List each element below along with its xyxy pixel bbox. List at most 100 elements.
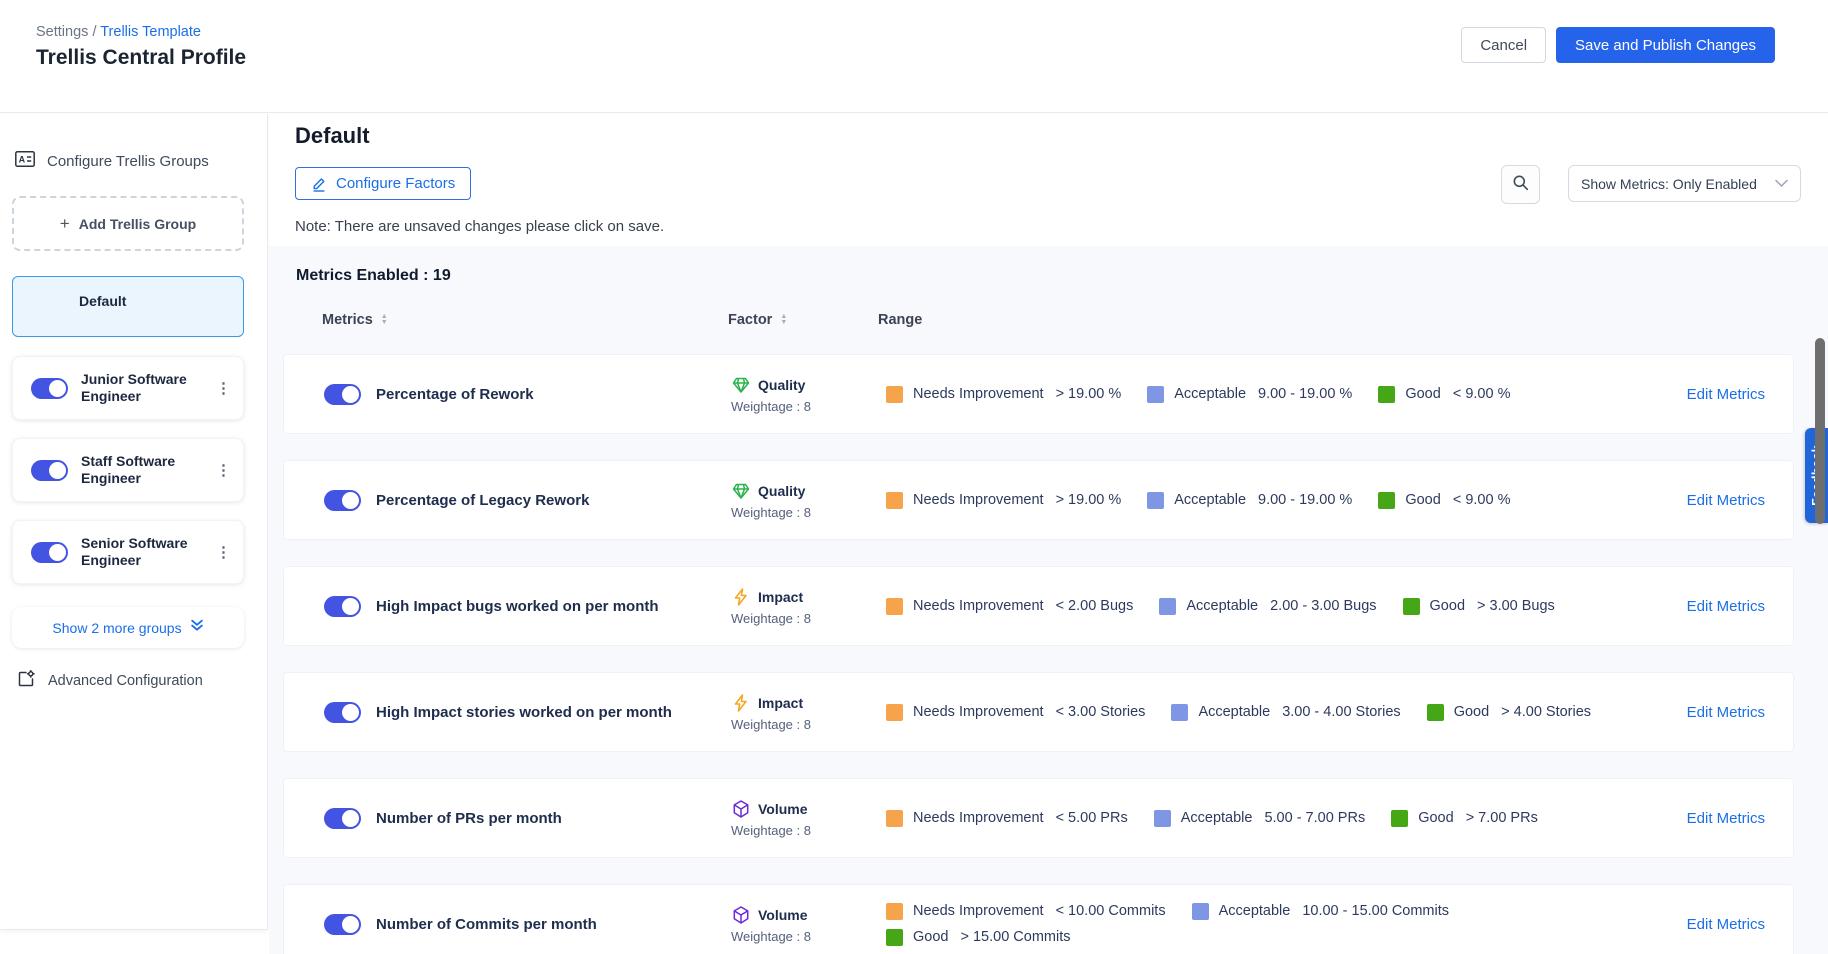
range-chip: Needs Improvement> 19.00 %: [886, 386, 1121, 403]
metric-enable-toggle[interactable]: [324, 808, 361, 829]
range-chip: Needs Improvement< 10.00 Commits: [886, 903, 1166, 920]
cancel-button[interactable]: Cancel: [1461, 27, 1546, 63]
factor-cell: Volume Weightage : 8: [731, 905, 886, 944]
range-color-swatch: [1378, 492, 1395, 509]
metrics-section: Metrics Enabled : 19 Metrics ▲▼ Factor ▲…: [269, 246, 1828, 954]
range-chip: Needs Improvement< 3.00 Stories: [886, 704, 1145, 721]
breadcrumb: Settings / Trellis Template: [36, 24, 201, 40]
range-color-swatch: [886, 492, 903, 509]
main-panel: Default Configure Factors Note: There ar…: [269, 114, 1828, 954]
range-cell: Needs Improvement< 5.00 PRsAcceptable5.0…: [886, 810, 1646, 827]
group-name: Staff Software Engineer: [81, 453, 213, 486]
range-chip: Good> 4.00 Stories: [1427, 704, 1591, 721]
range-cell: Needs Improvement< 3.00 StoriesAcceptabl…: [886, 704, 1646, 721]
range-color-swatch: [886, 810, 903, 827]
group-name: Junior Software Engineer: [81, 371, 213, 404]
range-line: Good> 15.00 Commits: [886, 929, 1646, 946]
weightage: Weightage : 8: [731, 929, 886, 944]
advanced-configuration-button[interactable]: Advanced Configuration: [16, 669, 203, 693]
weightage: Weightage : 8: [731, 611, 886, 626]
metric-enable-toggle[interactable]: [324, 914, 361, 935]
range-line: Needs Improvement< 2.00 BugsAcceptable2.…: [886, 598, 1646, 615]
metric-name: High Impact bugs worked on per month: [376, 598, 706, 615]
group-enable-toggle[interactable]: [31, 378, 68, 399]
show-more-groups-button[interactable]: Show 2 more groups: [12, 607, 244, 648]
range-line: Needs Improvement> 19.00 %Acceptable9.00…: [886, 386, 1646, 403]
configure-trellis-groups-header: A Configure Trellis Groups: [14, 148, 209, 174]
group-enable-toggle[interactable]: [31, 542, 68, 563]
metric-enable-toggle[interactable]: [324, 596, 361, 617]
top-bar: Settings / Trellis Template Trellis Cent…: [0, 0, 1828, 113]
edit-metrics-link[interactable]: Edit Metrics: [1679, 810, 1765, 827]
configure-factors-button[interactable]: Configure Factors: [295, 167, 471, 200]
range-color-swatch: [886, 929, 903, 946]
range-color-swatch: [1159, 598, 1176, 615]
trellis-group-card[interactable]: Senior Software Engineer ⋮: [12, 520, 244, 584]
edit-metrics-link[interactable]: Edit Metrics: [1679, 916, 1765, 933]
range-color-swatch: [1378, 386, 1395, 403]
metric-enable-toggle[interactable]: [324, 384, 361, 405]
search-icon: [1512, 174, 1529, 196]
range-line: Needs Improvement< 10.00 CommitsAcceptab…: [886, 903, 1646, 920]
range-color-swatch: [886, 704, 903, 721]
metric-enable-toggle[interactable]: [324, 702, 361, 723]
save-publish-button[interactable]: Save and Publish Changes: [1556, 27, 1775, 63]
trellis-group-card[interactable]: Junior Software Engineer ⋮: [12, 356, 244, 420]
breadcrumb-settings[interactable]: Settings: [36, 24, 88, 40]
weightage: Weightage : 8: [731, 399, 886, 414]
factor-cell: Quality Weightage : 8: [731, 481, 886, 520]
factor-cell: Quality Weightage : 8: [731, 375, 886, 414]
factor-cell: Impact Weightage : 8: [731, 693, 886, 732]
metric-row: High Impact bugs worked on per month Imp…: [283, 566, 1794, 646]
metric-enable-toggle[interactable]: [324, 490, 361, 511]
trellis-group-card[interactable]: Staff Software Engineer ⋮: [12, 438, 244, 502]
group-card-default-selected[interactable]: Default: [12, 276, 244, 337]
weightage: Weightage : 8: [731, 505, 886, 520]
show-metrics-dropdown[interactable]: Show Metrics: Only Enabled: [1568, 165, 1801, 202]
page-title: Trellis Central Profile: [36, 46, 246, 70]
edit-metrics-link[interactable]: Edit Metrics: [1679, 386, 1765, 403]
kebab-menu-icon[interactable]: ⋮: [216, 543, 231, 561]
advanced-configuration-icon: [16, 669, 36, 693]
factor-icon: [731, 905, 751, 925]
edit-metrics-link[interactable]: Edit Metrics: [1679, 704, 1765, 721]
column-header-range: Range: [878, 312, 922, 328]
edit-metrics-link[interactable]: Edit Metrics: [1679, 492, 1765, 509]
search-button[interactable]: [1501, 165, 1540, 204]
unsaved-changes-note: Note: There are unsaved changes please c…: [295, 218, 664, 235]
range-color-swatch: [1403, 598, 1420, 615]
factor-cell: Volume Weightage : 8: [731, 799, 886, 838]
sort-icon[interactable]: ▲▼: [780, 314, 787, 326]
group-enable-toggle[interactable]: [31, 460, 68, 481]
factor-name: Volume: [758, 801, 808, 817]
range-cell: Needs Improvement< 10.00 CommitsAcceptab…: [886, 903, 1646, 946]
edit-metrics-link[interactable]: Edit Metrics: [1679, 598, 1765, 615]
range-color-swatch: [1391, 810, 1408, 827]
configure-factors-label: Configure Factors: [336, 175, 455, 192]
range-color-swatch: [1147, 386, 1164, 403]
metric-name: High Impact stories worked on per month: [376, 704, 706, 721]
factor-icon: [731, 799, 751, 819]
show-more-groups-label: Show 2 more groups: [52, 620, 181, 636]
weightage: Weightage : 8: [731, 717, 886, 732]
range-chip: Good< 9.00 %: [1378, 492, 1510, 509]
range-line: Needs Improvement< 5.00 PRsAcceptable5.0…: [886, 810, 1646, 827]
double-chevron-down-icon: [190, 618, 204, 637]
add-trellis-group-button[interactable]: + Add Trellis Group: [12, 196, 244, 251]
metrics-table: Percentage of Rework Quality Weightage :…: [283, 354, 1828, 954]
metric-row: Percentage of Legacy Rework Quality Weig…: [283, 460, 1794, 540]
selected-group-title: Default: [295, 123, 370, 149]
chevron-down-icon: [1775, 179, 1788, 188]
range-color-swatch: [1154, 810, 1171, 827]
pencil-icon: [311, 176, 327, 192]
range-chip: Good> 3.00 Bugs: [1403, 598, 1555, 615]
factor-name: Impact: [758, 695, 803, 711]
range-chip: Acceptable2.00 - 3.00 Bugs: [1159, 598, 1376, 615]
scrollbar-thumb[interactable]: [1815, 338, 1825, 524]
kebab-menu-icon[interactable]: ⋮: [216, 461, 231, 479]
plus-icon: +: [60, 215, 70, 232]
sort-icon[interactable]: ▲▼: [381, 314, 388, 326]
factor-name: Volume: [758, 907, 808, 923]
kebab-menu-icon[interactable]: ⋮: [216, 379, 231, 397]
breadcrumb-trellis-template[interactable]: Trellis Template: [100, 24, 201, 40]
